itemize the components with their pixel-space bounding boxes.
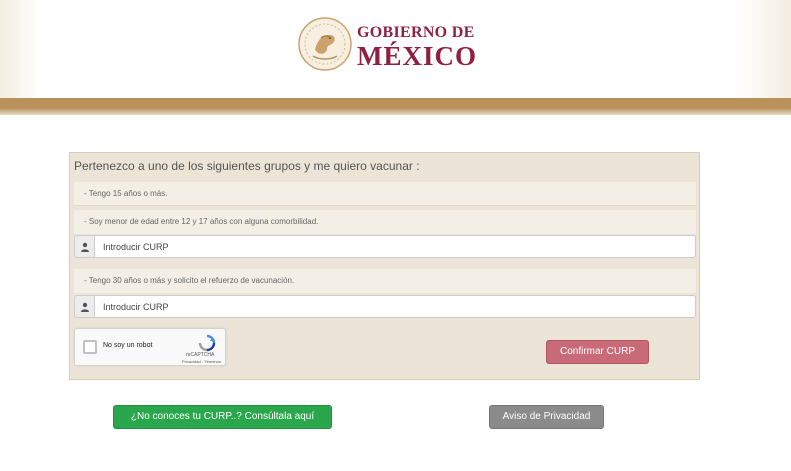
panel-title: Pertenezco a uno de los siguientes grupo… — [74, 159, 420, 173]
recaptcha-label: No soy un robot — [103, 342, 153, 349]
gobierno-de-mexico-logo: GOBIERNO DE MÉXICO — [297, 16, 477, 72]
header-fade-left — [0, 0, 40, 98]
input-addon — [74, 295, 95, 318]
gold-divider-band — [0, 98, 791, 115]
recaptcha-checkbox[interactable] — [83, 340, 97, 354]
curp-input-group-2 — [74, 295, 696, 318]
confirm-curp-button[interactable]: Confirmar CURP — [546, 340, 649, 364]
site-header: GOBIERNO DE MÉXICO — [0, 0, 791, 98]
note-booster-30: - Tengo 30 años o más y solicito el refu… — [74, 269, 696, 293]
input-addon — [74, 235, 95, 258]
curp-input-group-1 — [74, 235, 696, 258]
user-icon — [81, 302, 89, 312]
curp-input-1[interactable] — [94, 235, 696, 258]
vaccination-registration-panel: Pertenezco a uno de los siguientes grupo… — [69, 152, 700, 380]
recaptcha-logo-icon — [198, 334, 216, 352]
recaptcha-widget: No soy un robot reCAPTCHA Privacidad - T… — [74, 328, 226, 366]
curp-input-2[interactable] — [94, 295, 696, 318]
note-minor-comorbidity: - Soy menor de edad entre 12 y 17 años c… — [74, 210, 696, 234]
note-age-15: - Tengo 15 años o más. — [74, 182, 696, 206]
privacy-notice-button[interactable]: Aviso de Privacidad — [489, 405, 604, 429]
user-icon — [81, 242, 89, 252]
logo-text-gobierno-de: GOBIERNO DE — [357, 24, 475, 41]
logo-text-mexico: MÉXICO — [357, 41, 477, 71]
lookup-curp-button[interactable]: ¿No conoces tu CURP..? Consúltala aquí — [113, 405, 332, 429]
header-fade-right — [736, 0, 791, 98]
recaptcha-links[interactable]: Privacidad - Términos — [182, 359, 221, 364]
coat-of-arms-seal-icon — [298, 17, 352, 71]
recaptcha-brand: reCAPTCHA — [186, 352, 215, 358]
